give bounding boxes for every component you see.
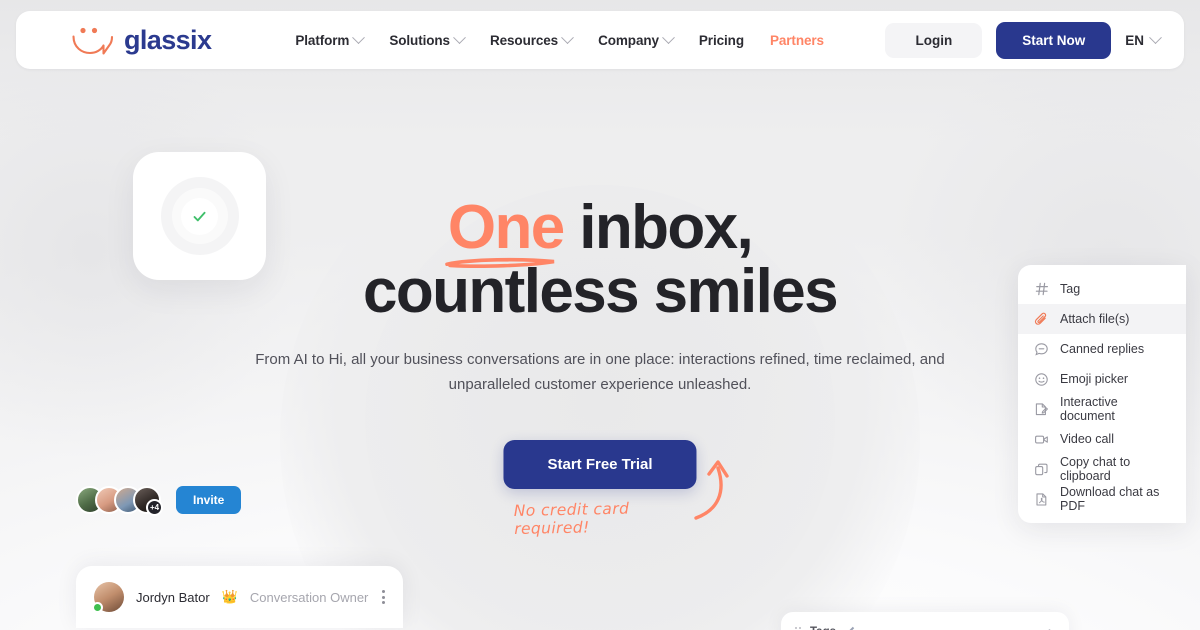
document-pen-icon — [1034, 402, 1049, 417]
action-menu-item-download-pdf[interactable]: Download chat as PDF — [1018, 484, 1186, 514]
hero-cta-wrap: Start Free Trial — [503, 440, 697, 489]
action-menu-label: Attach file(s) — [1060, 312, 1130, 326]
tags-card: Tags — [781, 612, 1069, 630]
language-label: EN — [1125, 32, 1144, 48]
nav-item-solutions[interactable]: Solutions — [389, 30, 466, 48]
nav-label: Platform — [295, 32, 350, 48]
language-selector[interactable]: EN — [1125, 30, 1162, 48]
nav-links: Platform Solutions Resources Company Pri… — [295, 30, 824, 48]
status-ring-middle — [171, 188, 228, 244]
nav-item-platform[interactable]: Platform — [295, 30, 366, 48]
check-icon — [193, 211, 206, 221]
status-check-card — [133, 152, 266, 280]
action-menu-item-emoji-picker[interactable]: Emoji picker — [1018, 364, 1186, 394]
nav-item-partners[interactable]: Partners — [770, 33, 824, 48]
conversation-user-name: Jordyn Bator — [136, 589, 210, 605]
smiley-speech-bubble-icon — [68, 24, 114, 56]
start-free-trial-button[interactable]: Start Free Trial — [503, 440, 697, 489]
pencil-icon[interactable] — [845, 623, 856, 630]
nav-label: Partners — [769, 32, 824, 48]
nav-item-company[interactable]: Company — [598, 30, 675, 48]
nav-item-resources[interactable]: Resources — [489, 30, 574, 48]
action-menu-label: Download chat as PDF — [1060, 485, 1160, 513]
action-menu-item-video-call[interactable]: Video call — [1018, 424, 1186, 454]
tags-label: Tags — [810, 626, 836, 630]
main-navbar: glassix Platform Solutions Resources Com… — [16, 11, 1184, 69]
chevron-down-icon — [453, 30, 466, 44]
action-menu-label: Emoji picker — [1060, 372, 1129, 386]
action-menu-item-canned-replies[interactable]: Canned replies — [1018, 334, 1186, 364]
smiley-icon — [1034, 372, 1049, 387]
conversation-role-label: Conversation Owner — [249, 589, 369, 605]
crown-icon: 👑 — [221, 589, 238, 604]
status-ring-outer — [160, 177, 239, 255]
canned-reply-icon — [1034, 342, 1049, 357]
online-status-dot — [92, 602, 103, 613]
status-ring-inner — [181, 197, 218, 235]
nav-label: Pricing — [698, 32, 744, 48]
action-menu-label: Tag — [1060, 282, 1081, 296]
chevron-down-icon — [1149, 30, 1162, 44]
chevron-down-icon — [352, 30, 366, 44]
action-menu-item-tag[interactable]: Tag — [1018, 274, 1186, 304]
action-menu-label: Video call — [1060, 432, 1114, 446]
chevron-down-icon — [561, 30, 574, 44]
avatar-overflow-badge: +4 — [146, 499, 163, 516]
nav-item-pricing[interactable]: Pricing — [699, 33, 744, 48]
action-menu-item-copy-chat[interactable]: Copy chat to clipboard — [1018, 454, 1186, 484]
collaborators-row: +4 Invite — [76, 486, 242, 516]
login-button[interactable]: Login — [885, 22, 983, 58]
action-menu-label: Copy chat to clipboard — [1060, 455, 1131, 483]
action-menu-label: Canned replies — [1060, 342, 1145, 356]
brand-name: glassix — [124, 24, 212, 55]
brand-logo[interactable]: glassix — [16, 24, 212, 56]
hash-icon — [1034, 282, 1049, 297]
nav-label: Resources — [489, 32, 559, 48]
invite-button[interactable]: Invite — [176, 486, 242, 514]
copy-icon — [1034, 462, 1049, 477]
video-camera-icon — [1034, 432, 1049, 447]
paperclip-icon — [1034, 312, 1049, 327]
chevron-down-icon — [662, 30, 675, 44]
avatar-group[interactable]: +4 — [76, 486, 163, 516]
action-menu-item-interactive-document[interactable]: Interactive document — [1018, 394, 1186, 424]
chevron-up-icon[interactable] — [1044, 623, 1055, 630]
avatar[interactable] — [92, 582, 124, 613]
avatar-overflow-wrap[interactable]: +4 — [133, 486, 163, 516]
pdf-file-icon — [1034, 492, 1049, 507]
chat-action-menu: Tag Attach file(s) Canned replies Emoji … — [1018, 265, 1186, 523]
action-menu-item-attach-files[interactable]: Attach file(s) — [1018, 304, 1186, 334]
kebab-menu-icon[interactable] — [382, 590, 385, 604]
action-menu-label: Interactive document — [1060, 395, 1118, 423]
start-now-button[interactable]: Start Now — [996, 21, 1112, 59]
nav-label: Solutions — [389, 32, 450, 48]
conversation-owner-card: Jordyn Bator 👑 Conversation Owner — [76, 566, 403, 628]
navbar-actions: Login Start Now EN — [885, 21, 1184, 59]
nav-label: Company — [598, 32, 659, 48]
